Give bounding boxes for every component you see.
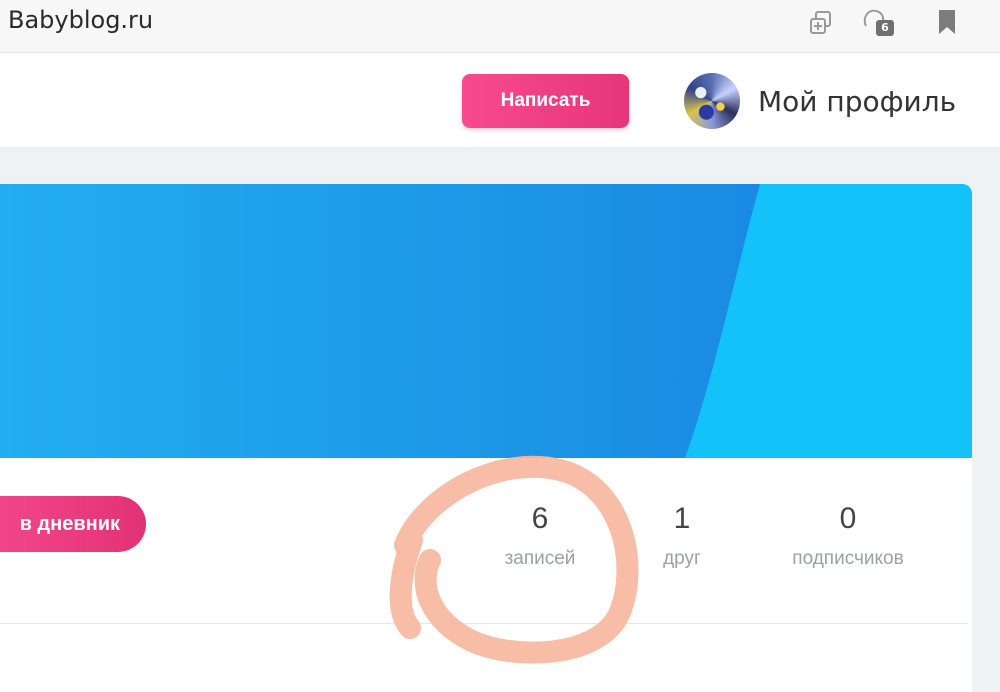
bookmark-icon[interactable]: [934, 6, 960, 43]
stat-friends-count: 1: [673, 502, 691, 535]
avatar[interactable]: [684, 73, 740, 129]
site-header: Написать Мой профиль: [0, 53, 1000, 147]
stat-posts-count: 6: [531, 502, 549, 535]
write-button[interactable]: Написать: [462, 74, 629, 128]
stat-subscribers-count: 0: [839, 502, 857, 535]
my-profile-link[interactable]: Мой профиль: [758, 85, 956, 118]
address-bar-url[interactable]: Babyblog.ru: [8, 6, 153, 34]
browser-toolbar: Babyblog.ru 6: [0, 0, 1000, 53]
stat-friends-label: друг: [663, 548, 701, 569]
profile-banner: [0, 184, 972, 458]
stat-subscribers[interactable]: 0 подписчиков: [772, 502, 924, 570]
stat-friends[interactable]: 1 друг: [640, 502, 724, 570]
stat-posts[interactable]: 6 записей: [488, 502, 592, 570]
banner-wave-shape: [685, 184, 972, 458]
stat-posts-label: записей: [504, 548, 576, 569]
stat-subscribers-label: подписчиков: [792, 548, 904, 569]
diary-button[interactable]: в дневник: [0, 496, 146, 552]
profile-card: в дневник 6 записей 1 друг 0 подписчиков: [0, 458, 972, 692]
tabs-count-badge: 6: [876, 20, 894, 36]
tabs-count-icon[interactable]: 6: [860, 6, 900, 42]
section-divider: [0, 623, 968, 624]
open-tab-icon[interactable]: [806, 6, 840, 45]
